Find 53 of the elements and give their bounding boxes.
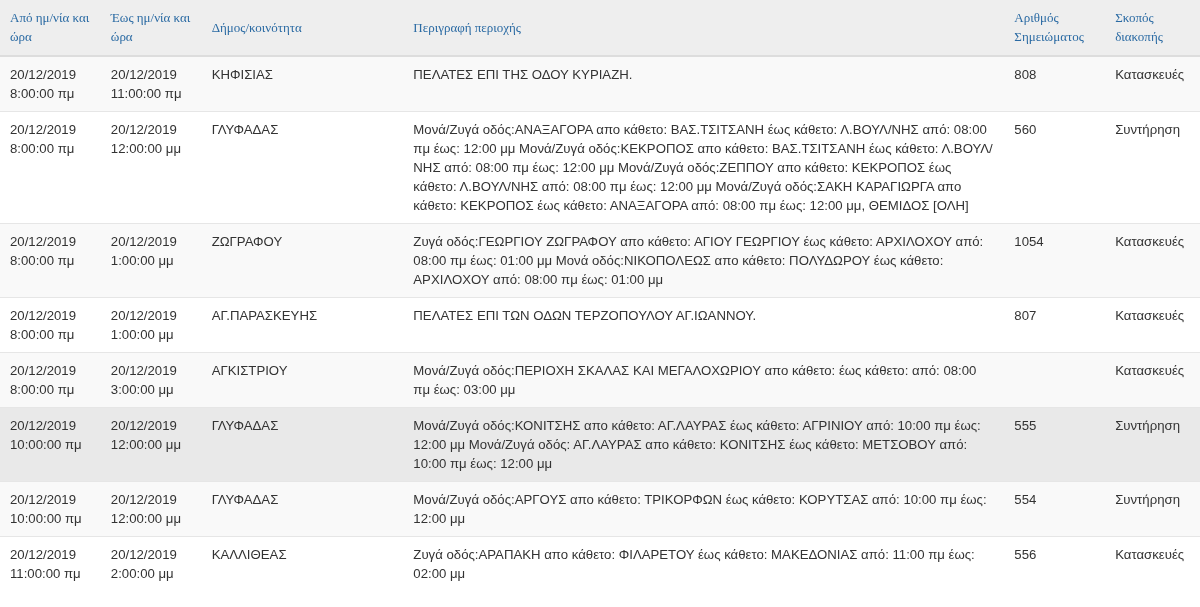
table-cell: 1054 <box>1004 223 1106 298</box>
table-cell: 555 <box>1004 407 1106 482</box>
table-cell: ΠΕΛΑΤΕΣ ΕΠΙ ΤΗΣ ΟΔΟΥ ΚΥΡΙΑΖΗ. <box>403 56 1005 112</box>
table-cell: 20/12/2019 2:00:00 μμ <box>100 536 202 591</box>
table-cell: 20/12/2019 10:00:00 πμ <box>0 481 101 537</box>
table-cell: Μονά/Ζυγά οδός:ΑΝΑΞΑΓΟΡΑ απο κάθετο: ΒΑΣ.ΤΣΙΤΣΑΝΗ έως κάθετο: Λ.ΒΟΥΛ/ΝΗΣ από: 08:00 πμ έως: 12:00 μμ Μονά/Ζυγά οδός:ΚΕΚΡΟΠΟΣ απο κάθετο: ΒΑΣ.ΤΣΙΤΣΑΝΗ έως κάθετο: Λ.ΒΟΥΛ/ΝΗΣ από: 08:00 πμ έως: 12:00 μμ Μονά/Ζυγά οδός:ΖΕΠΠΟΥ απο κάθετο: ΚΕΚΡΟΠΟΣ έως κάθετο: Λ.ΒΟΥΛ/ΝΗΣ από: 08:00 πμ έως: 12:00 μμ Μονά/Ζυγά οδός:ΣΑΚΗ ΚΑΡΑΓΙΩΡΓΑ απο κάθετο: ΚΕΚΡΟΠΟΣ έως κάθετο: ΑΝΑΞΑΓΟΡΑ από: 08:00 πμ έως: 12:00 μμ, ΘΕΜΙΔΟΣ [ΟΛΗ] <box>403 111 1005 224</box>
table-cell: ΓΛΥΦΑΔΑΣ <box>201 111 404 224</box>
column-header: Από ημ/νία και ώρα <box>0 0 101 56</box>
table-cell: 20/12/2019 8:00:00 πμ <box>0 223 101 298</box>
column-header: Αριθμός Σημειώματος <box>1004 0 1106 56</box>
table-cell: 20/12/2019 12:00:00 μμ <box>100 111 202 224</box>
table-cell: 20/12/2019 8:00:00 πμ <box>0 297 101 353</box>
table-cell: ΖΩΓΡΑΦΟΥ <box>201 223 404 298</box>
table-cell: Μονά/Ζυγά οδός:ΑΡΓΟΥΣ απο κάθετο: ΤΡΙΚΟΡΦΩΝ έως κάθετο: ΚΟΡΥΤΣΑΣ από: 10:00 πμ έως: 12:00 μμ <box>403 481 1005 537</box>
table-cell: ΓΛΥΦΑΔΑΣ <box>201 407 404 482</box>
table-cell: 20/12/2019 12:00:00 μμ <box>100 481 202 537</box>
column-header: Έως ημ/νία και ώρα <box>100 0 202 56</box>
table-cell: Ζυγά οδός:ΓΕΩΡΓΙΟΥ ΖΩΓΡΑΦΟΥ απο κάθετο: ΑΓΙΟΥ ΓΕΩΡΓΙΟΥ έως κάθετο: ΑΡΧΙΛΟΧΟΥ από: 08:00 πμ έως: 01:00 μμ Μονά οδός:ΝΙΚΟΠΟΛΕΩΣ απο κάθετο: ΠΟΛΥΔΩΡΟΥ έως κάθετο: ΑΡΧΙΛΟΧΟΥ από: 08:00 πμ έως: 01:00 μμ <box>403 223 1005 298</box>
table-cell: 20/12/2019 8:00:00 πμ <box>0 352 101 408</box>
column-header: Περιγραφή περιοχής <box>403 0 1005 56</box>
table-cell: Κατασκευές <box>1105 56 1200 112</box>
table-cell: Συντήρηση <box>1105 111 1200 224</box>
table-cell: 20/12/2019 8:00:00 πμ <box>0 111 101 224</box>
table-cell: 556 <box>1004 536 1106 591</box>
table-cell: ΚΑΛΛΙΘΕΑΣ <box>201 536 404 591</box>
column-header: Σκοπός διακοπής <box>1105 0 1200 56</box>
table-cell: 20/12/2019 1:00:00 μμ <box>100 223 202 298</box>
table-cell: 808 <box>1004 56 1106 112</box>
table-cell: 554 <box>1004 481 1106 537</box>
table-cell: Κατασκευές <box>1105 536 1200 591</box>
table-cell: Κατασκευές <box>1105 352 1200 408</box>
table-cell: Κατασκευές <box>1105 297 1200 353</box>
table-cell: 20/12/2019 1:00:00 μμ <box>100 297 202 353</box>
table-cell: ΑΓΚΙΣΤΡΙΟΥ <box>201 352 404 408</box>
table-cell: 20/12/2019 11:00:00 πμ <box>0 536 101 591</box>
table-cell: 807 <box>1004 297 1106 353</box>
table-cell: 20/12/2019 12:00:00 μμ <box>100 407 202 482</box>
column-header: Δήμος/κοινότητα <box>201 0 404 56</box>
table-cell: Μονά/Ζυγά οδός:ΠΕΡΙΟΧΗ ΣΚΑΛΑΣ ΚΑΙ ΜΕΓΑΛΟΧΩΡΙΟΥ απο κάθετο: έως κάθετο: από: 08:00 πμ έως: 03:00 μμ <box>403 352 1005 408</box>
table-cell: 560 <box>1004 111 1106 224</box>
table-cell: ΓΛΥΦΑΔΑΣ <box>201 481 404 537</box>
table-cell: Συντήρηση <box>1105 481 1200 537</box>
table-cell: Ζυγά οδός:ΑΡΑΠΑΚΗ απο κάθετο: ΦΙΛΑΡΕΤΟΥ έως κάθετο: ΜΑΚΕΔΟΝΙΑΣ από: 11:00 πμ έως: 02:00 μμ <box>403 536 1005 591</box>
table-cell: 20/12/2019 3:00:00 μμ <box>100 352 202 408</box>
table-cell: ΑΓ.ΠΑΡΑΣΚΕΥΗΣ <box>201 297 404 353</box>
table-cell: 20/12/2019 10:00:00 πμ <box>0 407 101 482</box>
table-cell: Κατασκευές <box>1105 223 1200 298</box>
table-cell: 20/12/2019 8:00:00 πμ <box>0 56 101 112</box>
table-cell: ΚΗΦΙΣΙΑΣ <box>201 56 404 112</box>
table-cell: Μονά/Ζυγά οδός:ΚΟΝΙΤΣΗΣ απο κάθετο: ΑΓ.ΛΑΥΡΑΣ έως κάθετο: ΑΓΡΙΝΙΟΥ από: 10:00 πμ έως: 12:00 μμ Μονά/Ζυγά οδός: ΑΓ.ΛΑΥΡΑΣ απο κάθετο: ΚΟΝΙΤΣΗΣ έως κάθετο: ΜΕΤΣΟΒΟΥ από: 10:00 πμ έως: 12:00 μμ <box>403 407 1005 482</box>
table-cell: Συντήρηση <box>1105 407 1200 482</box>
table-cell: 20/12/2019 11:00:00 πμ <box>100 56 202 112</box>
table-cell: ΠΕΛΑΤΕΣ ΕΠΙ ΤΩΝ ΟΔΩΝ ΤΕΡΖΟΠΟΥΛΟΥ ΑΓ.ΙΩΑΝΝΟΥ. <box>403 297 1005 353</box>
